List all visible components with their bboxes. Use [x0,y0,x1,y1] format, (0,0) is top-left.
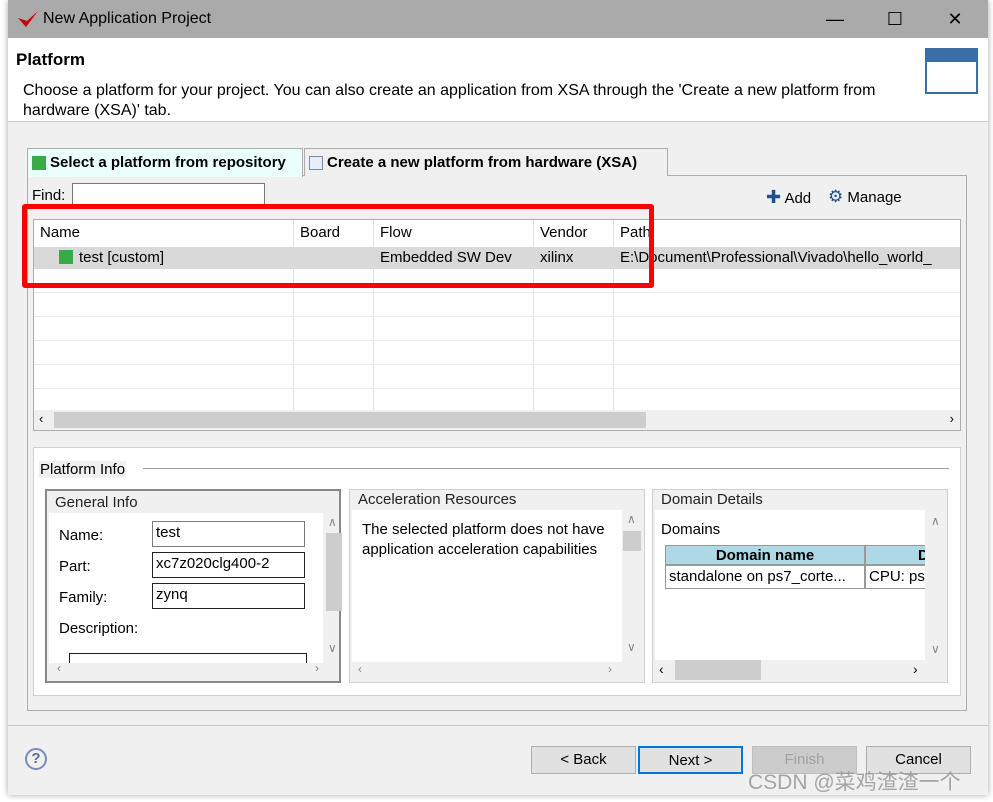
vitis-logo-icon [18,11,38,27]
cell-path: E:\Document\Professional\Vivado\hello_wo… [620,249,932,266]
name-label: Name: [59,527,104,544]
general-info-group: General Info Name: test Part: xc7z020clg… [45,489,342,683]
vertical-scrollbar[interactable]: ∧ ∨ [325,513,342,663]
description-field[interactable] [69,653,307,663]
name-field[interactable]: test [152,521,305,547]
wizard-header: Platform Choose a platform for your proj… [8,38,988,122]
domain-content: Domains Domain name D standalone on ps7_… [655,510,925,660]
next-button[interactable]: Next > [638,746,743,774]
platform-info-title: Platform Info [39,461,127,478]
scrollbar-thumb[interactable] [54,412,646,428]
domains-label: Domains [661,521,721,538]
domain-cpu-cell[interactable]: CPU: ps7 [865,565,925,589]
divider [143,468,949,469]
general-info-title: General Info [55,494,138,511]
wizard-window-icon [925,48,978,94]
plus-icon: ✚ [766,187,782,207]
family-label: Family: [59,589,108,606]
domain-name-cell[interactable]: standalone on ps7_corte... [665,565,865,589]
part-field[interactable]: xc7z020clg400-2 [152,552,305,578]
domain-details-title: Domain Details [661,491,763,508]
title-bar: New Application Project — ☐ ✕ [8,0,988,38]
help-icon[interactable]: ? [25,748,47,770]
button-bar-divider [8,725,988,726]
tab-label: Select a platform from repository [50,154,286,171]
domain-desc-header[interactable]: D [865,545,925,565]
minimize-button[interactable]: — [820,6,850,32]
tab-label: Create a new platform from hardware (XSA… [327,154,638,171]
domain-name-header[interactable]: Domain name [665,545,865,565]
domain-details-group: Domain Details Domains Domain name D sta… [652,489,948,683]
general-info-content: Name: test Part: xc7z020clg400-2 Family:… [49,513,323,663]
page-description-line2: hardware (XSA)' tab. [23,102,172,119]
watermark: CSDN @菜鸡渣渣一个 [748,771,961,794]
scroll-left-icon[interactable]: ‹ [39,411,43,426]
close-button[interactable]: ✕ [940,6,970,32]
tab-create-from-xsa[interactable]: Create a new platform from hardware (XSA… [304,148,668,176]
highlight-box [22,204,654,288]
table-horizontal-scrollbar[interactable]: ‹ › [34,410,960,430]
tab-select-repository[interactable]: Select a platform from repository [27,148,303,177]
add-label: Add [784,190,812,207]
dialog-window: New Application Project — ☐ ✕ Platform C… [8,0,988,795]
horizontal-scrollbar[interactable]: ‹ › [655,660,925,680]
description-label: Description: [59,620,139,637]
manage-button[interactable]: ⚙ Manage [828,187,902,207]
vertical-scrollbar[interactable]: ∧ ∨ [623,510,641,660]
row-divider [34,364,960,365]
row-divider [34,316,960,317]
family-field[interactable]: zynq [152,583,305,609]
window-title: New Application Project [43,10,212,27]
platform-icon [32,156,46,170]
back-button[interactable]: < Back [531,746,636,774]
row-divider [34,292,960,293]
manage-label: Manage [847,189,902,206]
hardware-icon [309,156,323,170]
gear-icon: ⚙ [828,187,844,206]
acceleration-text: The selected platform does not have appl… [352,510,622,662]
part-label: Part: [59,558,91,575]
scroll-right-icon[interactable]: › [950,411,954,426]
row-divider [34,340,960,341]
add-button[interactable]: ✚ Add [766,187,811,208]
acceleration-title: Acceleration Resources [358,491,517,508]
acceleration-resources-group: Acceleration Resources The selected plat… [349,489,645,683]
row-divider [34,388,960,389]
page-title: Platform [16,50,85,69]
page-description-line1: Choose a platform for your project. You … [23,82,876,99]
maximize-button[interactable]: ☐ [880,6,910,32]
find-label: Find: [32,187,66,204]
